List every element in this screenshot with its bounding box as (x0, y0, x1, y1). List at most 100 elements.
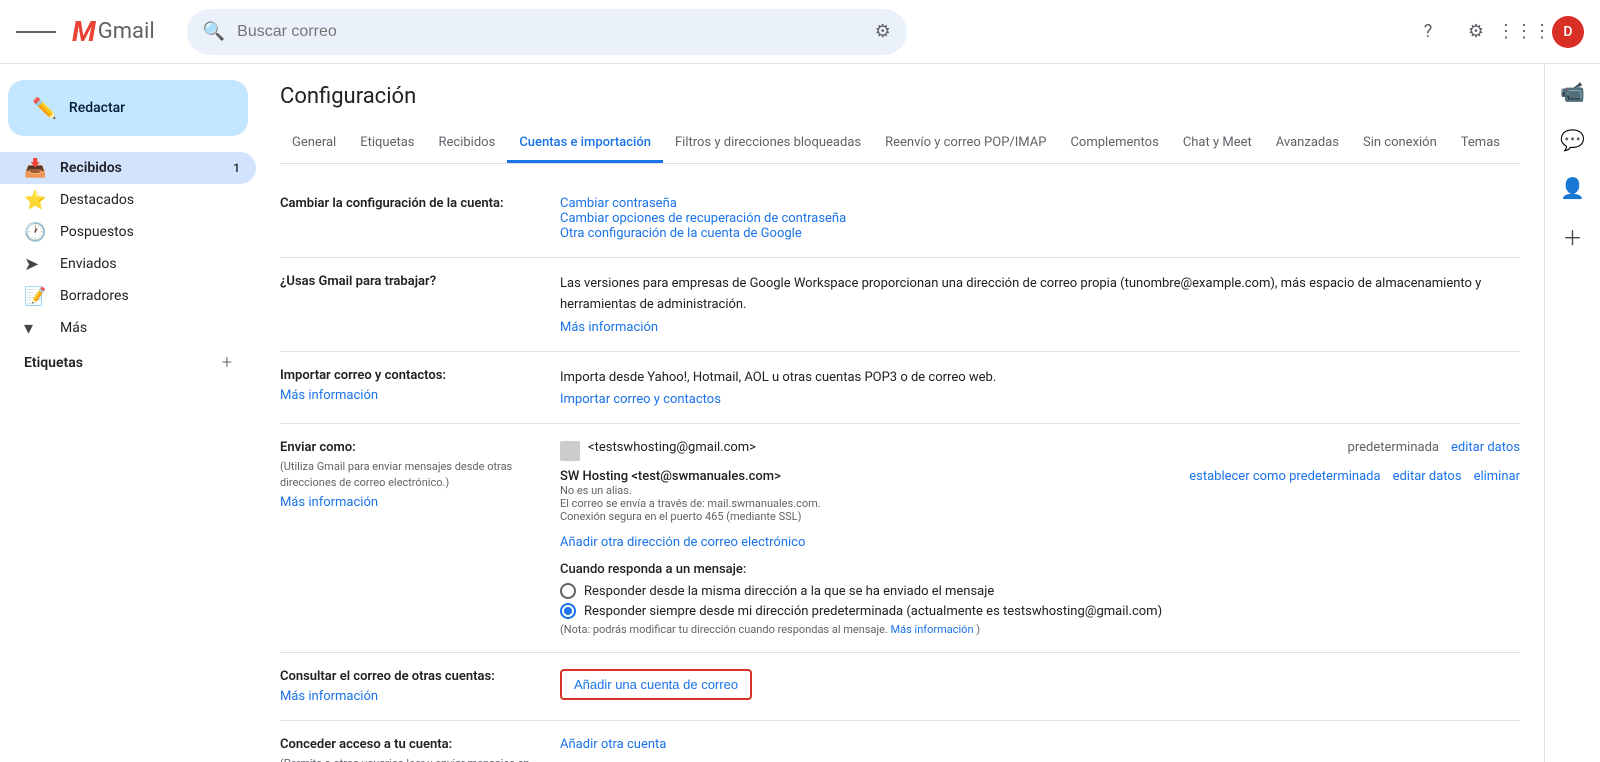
inbox-icon: 📥 (24, 158, 44, 179)
sidebar-count-recibidos: 1 (233, 161, 240, 175)
topbar-right: ? ⚙ ⋮⋮⋮ D (1408, 12, 1584, 52)
search-icon: 🔍 (203, 21, 225, 42)
star-icon: ⭐ (24, 190, 44, 211)
tune-icon[interactable]: ⚙ (875, 21, 891, 42)
importar-text: Importa desde Yahoo!, Hotmail, AOL u otr… (560, 368, 1520, 389)
tab-chat[interactable]: Chat y Meet (1171, 125, 1264, 163)
value-col-cambiar: Cambiar contraseña Cambiar opciones de r… (560, 196, 1520, 241)
sendas-row-2: SW Hosting <test@swmanuales.com> No es u… (560, 469, 1520, 523)
draft-icon: 📝 (24, 286, 44, 307)
main-layout: ✏️ Redactar 📥 Recibidos 1 ⭐ Destacados 🕐… (0, 64, 1600, 762)
label-col-cambiar: Cambiar la configuración de la cuenta: (280, 196, 560, 241)
sidebar-item-recibidos[interactable]: 📥 Recibidos 1 (0, 152, 256, 184)
email2-alias: No es un alias. (560, 484, 1181, 497)
email2-name: SW Hosting <test@swmanuales.com> (560, 469, 1181, 484)
sidebar-label-pospuestos: Pospuestos (60, 224, 240, 240)
radio-reply-2[interactable]: Responder siempre desde mi dirección pre… (560, 603, 1520, 619)
sendas-actions-2: establecer como predeterminada editar da… (1189, 469, 1520, 484)
tab-etiquetas[interactable]: Etiquetas (348, 125, 426, 163)
importar-label: Importar correo y contactos: (280, 368, 560, 383)
chat-icon[interactable]: 💬 (1553, 120, 1593, 160)
label-col-importar: Importar correo y contactos: Más informa… (280, 368, 560, 408)
compose-label: Redactar (69, 100, 125, 116)
sidebar-item-pospuestos[interactable]: 🕐 Pospuestos (0, 216, 256, 248)
radio-label-reply-2: Responder siempre desde mi dirección pre… (584, 604, 1162, 619)
topbar: M Gmail 🔍 ⚙ ? ⚙ ⋮⋮⋮ D (0, 0, 1600, 64)
conceder-label: Conceder acceso a tu cuenta: (280, 737, 560, 752)
email1-address: <testswhosting@gmail.com> (588, 440, 756, 455)
row-cambiar-config: Cambiar la configuración de la cuenta: C… (280, 180, 1520, 258)
sidebar-item-enviados[interactable]: ➤ Enviados (0, 248, 256, 280)
radio-circle-reply-1 (560, 583, 576, 599)
tab-avanzadas[interactable]: Avanzadas (1264, 125, 1351, 163)
labels-section[interactable]: Etiquetas + (0, 344, 256, 381)
compose-button[interactable]: ✏️ Redactar (8, 80, 248, 136)
tab-reenvio[interactable]: Reenvío y correo POP/IMAP (873, 125, 1058, 163)
enviar-sublabel: (Utiliza Gmail para enviar mensajes desd… (280, 459, 540, 490)
settings-icon[interactable]: ⚙ (1456, 12, 1496, 52)
labels-section-label: Etiquetas (24, 355, 83, 371)
link-otra-config[interactable]: Otra configuración de la cuenta de Googl… (560, 226, 802, 241)
link-trabajo-mas[interactable]: Más información (560, 320, 658, 335)
label-col-conceder: Conceder acceso a tu cuenta: (Permite a … (280, 737, 560, 762)
plus-icon[interactable]: ＋ (1553, 216, 1593, 256)
link-consultar-mas[interactable]: Más información (280, 689, 378, 704)
link-enviar-mas[interactable]: Más información (280, 495, 378, 510)
email2-ssl: Conexión segura en el puerto 465 (median… (560, 510, 1181, 523)
reply-label: Cuando responda a un mensaje: (560, 562, 1520, 577)
link-add-otra-cuenta[interactable]: Añadir otra cuenta (560, 737, 666, 752)
tab-filtros[interactable]: Filtros y direcciones bloqueadas (663, 125, 873, 163)
sidebar: ✏️ Redactar 📥 Recibidos 1 ⭐ Destacados 🕐… (0, 64, 256, 762)
compose-icon: ✏️ (32, 96, 57, 120)
sidebar-item-mas[interactable]: ▾ Más (0, 312, 256, 344)
tab-cuentas[interactable]: Cuentas e importación (507, 125, 663, 163)
send-icon: ➤ (24, 254, 44, 275)
row-gmail-trabajo: ¿Usas Gmail para trabajar? Las versiones… (280, 258, 1520, 352)
apps-icon[interactable]: ⋮⋮⋮ (1504, 12, 1544, 52)
sidebar-label-enviados: Enviados (60, 256, 240, 272)
tab-temas[interactable]: Temas (1449, 125, 1512, 163)
search-input[interactable] (237, 23, 866, 41)
link-eliminar[interactable]: eliminar (1474, 469, 1520, 484)
link-reply-note-mas[interactable]: Más información (891, 623, 974, 636)
trabajo-label: ¿Usas Gmail para trabajar? (280, 274, 560, 289)
trabajo-text: Las versiones para empresas de Google Wo… (560, 274, 1520, 316)
enviar-label: Enviar como: (280, 440, 560, 455)
sidebar-item-borradores[interactable]: 📝 Borradores (0, 280, 256, 312)
gmail-text: Gmail (98, 19, 155, 44)
meet-icon[interactable]: 📹 (1553, 72, 1593, 112)
predeterminada-badge: predeterminada (1348, 440, 1439, 455)
link-establecer-predeterminada[interactable]: establecer como predeterminada (1189, 469, 1380, 484)
radio-reply-1[interactable]: Responder desde la misma dirección a la … (560, 583, 1520, 599)
email2-via: El correo se envía a través de: mail.swm… (560, 497, 1181, 510)
sendas-row-1: <testswhosting@gmail.com> predeterminada… (560, 440, 1520, 461)
chevron-down-icon: ▾ (24, 318, 44, 339)
sendas-actions-1: predeterminada editar datos (1348, 440, 1520, 455)
link-importar-action[interactable]: Importar correo y contactos (560, 392, 721, 407)
value-col-importar: Importa desde Yahoo!, Hotmail, AOL u otr… (560, 368, 1520, 408)
tab-sinconexion[interactable]: Sin conexión (1351, 125, 1449, 163)
menu-button[interactable] (16, 12, 56, 52)
radio-circle-reply-2 (560, 603, 576, 619)
labels-add-icon[interactable]: + (222, 352, 232, 373)
link-cambiar-password[interactable]: Cambiar contraseña (560, 196, 677, 211)
tab-recibidos[interactable]: Recibidos (427, 125, 508, 163)
help-icon[interactable]: ? (1408, 12, 1448, 52)
gmail-logo: M Gmail (72, 15, 155, 48)
row-importar: Importar correo y contactos: Más informa… (280, 352, 1520, 425)
link-add-address[interactable]: Añadir otra dirección de correo electrón… (560, 535, 805, 550)
radio-label-reply-1: Responder desde la misma dirección a la … (584, 584, 994, 599)
add-mail-account-button[interactable]: Añadir una cuenta de correo (560, 669, 752, 700)
link-cambiar-recuperacion[interactable]: Cambiar opciones de recuperación de cont… (560, 211, 846, 226)
label-col-trabajo: ¿Usas Gmail para trabajar? (280, 274, 560, 335)
link-editar-datos-1[interactable]: editar datos (1451, 440, 1520, 455)
avatar[interactable]: D (1552, 16, 1584, 48)
tab-complementos[interactable]: Complementos (1058, 125, 1170, 163)
sidebar-item-destacados[interactable]: ⭐ Destacados (0, 184, 256, 216)
cambiar-label: Cambiar la configuración de la cuenta: (280, 196, 560, 211)
link-editar-datos-2[interactable]: editar datos (1393, 469, 1462, 484)
contacts-icon[interactable]: 👤 (1553, 168, 1593, 208)
tab-general[interactable]: General (280, 125, 348, 163)
link-importar-mas[interactable]: Más información (280, 388, 378, 403)
label-col-enviar: Enviar como: (Utiliza Gmail para enviar … (280, 440, 560, 636)
